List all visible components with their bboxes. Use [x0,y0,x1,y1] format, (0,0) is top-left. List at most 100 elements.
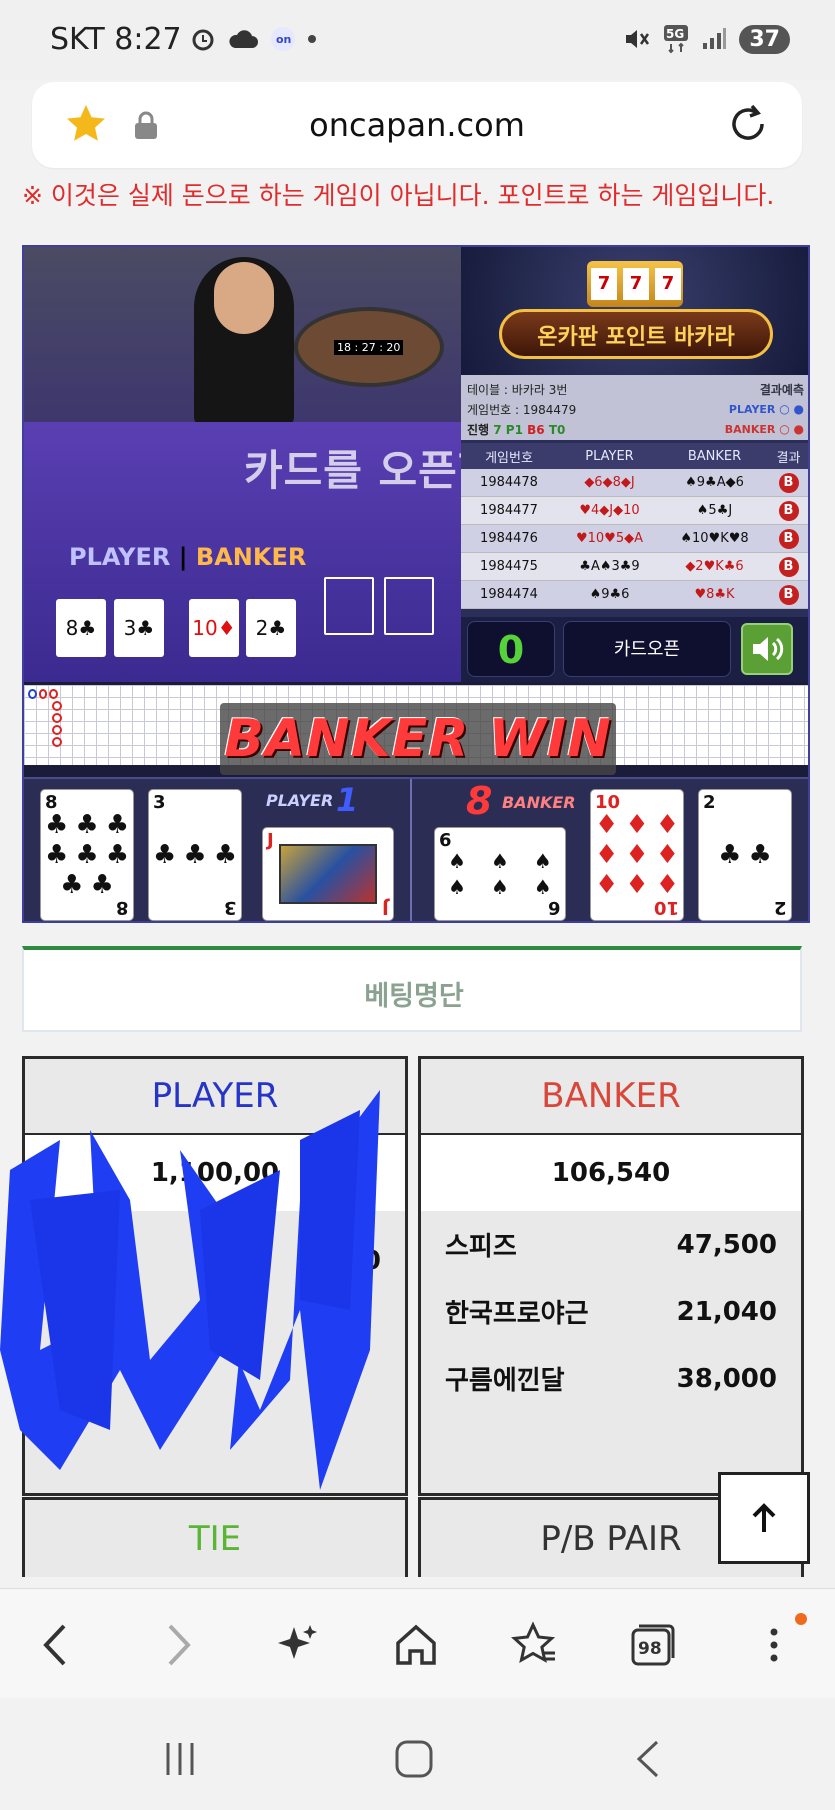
suit-pip: ♣ [90,870,114,900]
card-rank: 8 [116,897,129,918]
slot-reel: 7 [623,268,649,300]
suit-pip: ♣ [152,840,177,870]
history-player: ♥4◆J◆10 [579,503,640,518]
bookmark-icon [511,1621,556,1663]
card-pips: ♣ ♣ ♣ [149,810,241,900]
game-logo: 777 온카판 포인트 바카라 [461,247,808,375]
tabs-button[interactable]: 98 [624,1617,680,1673]
road-marker-banker [52,725,62,735]
alarm-icon [192,29,214,51]
reload-icon[interactable] [726,102,770,146]
result-cards: PLAYER 1 8 BANKER 8 8 ♣ ♣ ♣ ♣ ♣ ♣ ♣ ♣ 3 3 ♣ ♣ ♣ J J 6 6 ♠ ♠ ♠… [24,777,808,921]
table-info: 테이블 : 바카라 3번 결과예측 게임번호 : 1984479 PLAYER ○ … [461,375,808,440]
url-text[interactable]: oncapan.com [32,106,802,144]
suit-pip: ♦ [594,870,619,900]
status-icons-right: 5G 37 [623,24,790,54]
sound-button[interactable] [741,623,793,675]
history-banker: ◆2♥K♣6 [685,559,744,574]
signal-icon [703,28,727,49]
recents-button[interactable] [150,1734,210,1784]
bet-amount: 47,500 [676,1229,777,1260]
banker-bet-row: 스피즈 47,500 [421,1211,801,1278]
result-card: 8 8 ♣ ♣ ♣ ♣ ♣ ♣ ♣ ♣ [40,789,134,921]
result-predict-label: 결과예측 [759,382,804,397]
home-button-icon [395,1740,433,1778]
scroll-top-button[interactable] [718,1472,810,1564]
history-row: 1984478 ◆6◆8◆J ♠9♣A◆6 B [461,469,808,497]
notice-text: ※ 이것은 실제 돈으로 하는 게임이 아닙니다. 포인트로 하는 게임입니다. [22,181,775,210]
speaker-icon [753,637,784,661]
history-col-result: 결과 [776,450,801,466]
url-bar[interactable]: oncapan.com [32,82,802,168]
result-banner: BANKER WIN [220,703,616,775]
banker-score: 8 [466,779,493,823]
suit-pip: ♦ [594,840,619,870]
carrier-time: SKT 8:27 [50,22,182,57]
system-home-button[interactable] [384,1734,444,1784]
back-icon [43,1624,66,1666]
recents-icon [166,1743,194,1775]
status-icons-left: on [190,26,316,52]
history-row: 1984477 ♥4◆J◆10 ♠5♣J B [461,497,808,525]
bettor-name: 구름에낀달 [445,1366,565,1396]
history-player: ♣A♠3♣9 [579,559,640,574]
empty-card-slot [324,577,374,635]
control-bar: 0 카드오픈 [461,617,808,682]
suit-pip: ♣ [105,810,129,840]
history-player: ♠9♣6 [589,587,630,602]
suit-pip: ♠ [533,849,552,873]
banker-bet-row: 한국프로야근 21,040 [421,1278,801,1345]
slot-machine-icon: 777 [587,261,683,307]
back-button[interactable] [28,1617,84,1673]
history-result: B [778,500,799,521]
card-pips: ♣ ♣ ♣ ♣ ♣ ♣ ♣ ♣ [41,810,133,900]
system-back-button[interactable] [618,1734,678,1784]
suit-pip: ♦ [625,810,649,840]
info-panel: 777 온카판 포인트 바카라 테이블 : 바카라 3번 결과예측 게임번호 : … [461,247,808,682]
ai-button[interactable] [270,1617,326,1673]
predict-player-icons[interactable]: ○ ● [779,402,804,416]
card-rank: 3 [224,897,237,918]
road-marker-banker [52,713,62,723]
suit-pip: ♣ [748,840,772,870]
history-result: B [778,472,799,493]
battery-icon: 37 [739,24,790,54]
more-button[interactable] [746,1617,802,1673]
suit-pip: ♣ [60,870,84,900]
bettor-name: 스피즈 [445,1232,517,1262]
svg-text:5G: 5G [666,27,684,41]
history-player: ◆6◆8◆J [584,475,635,490]
card-open-button[interactable]: 카드오픈 [563,621,731,677]
progress-b: B6 [527,422,545,437]
suit-pip: ♠ [448,875,467,899]
history-result: B [778,528,799,549]
bookmarks-button[interactable] [506,1617,562,1673]
suit-pip: ♦ [625,870,649,900]
forward-icon [168,1624,191,1666]
legend-banker: BANKER [724,423,776,436]
tabs-icon: 98 [631,1624,675,1666]
card-pips: ♠ ♠ ♠ ♠ ♠ ♠ [435,848,565,900]
forward-button[interactable] [150,1617,206,1673]
suit-pip: ♣ [718,840,742,870]
road-marker-banker [52,701,62,711]
history-banker: ♥8♣K [694,587,735,602]
player-score: 1 [336,781,359,819]
progress-label: 진행 [467,422,490,437]
count-display: 0 [467,621,555,677]
card-pips: ♣ ♣ [699,810,791,900]
history-row: 1984475 ♣A♠3♣9 ◆2♥K♣6 B [461,553,808,581]
suit-pip: ♠ [491,849,509,873]
suit-pip: ♦ [625,840,649,870]
suit-pip: ♠ [533,875,552,899]
result-card: 10 10 ♦ ♦ ♦ ♦ ♦ ♦ ♦ ♦ ♦ [590,789,684,921]
predict-banker-icons[interactable]: ○ ● [779,422,804,436]
5g-icon: 5G [664,25,689,54]
suit-pip: ♣ [44,810,69,840]
page: SKT 8:27 on 5G 37 oncapan.com ※ 이것은 실제 돈… [0,0,835,1810]
suit-pip: ♣ [183,840,207,870]
home-button[interactable] [388,1617,444,1673]
sparkle-icon [278,1625,317,1659]
road-marker-banker [49,689,59,699]
history-table: 게임번호 PLAYER BANKER 결과 1984478 ◆6◆8◆J ♠9♣… [461,443,808,609]
